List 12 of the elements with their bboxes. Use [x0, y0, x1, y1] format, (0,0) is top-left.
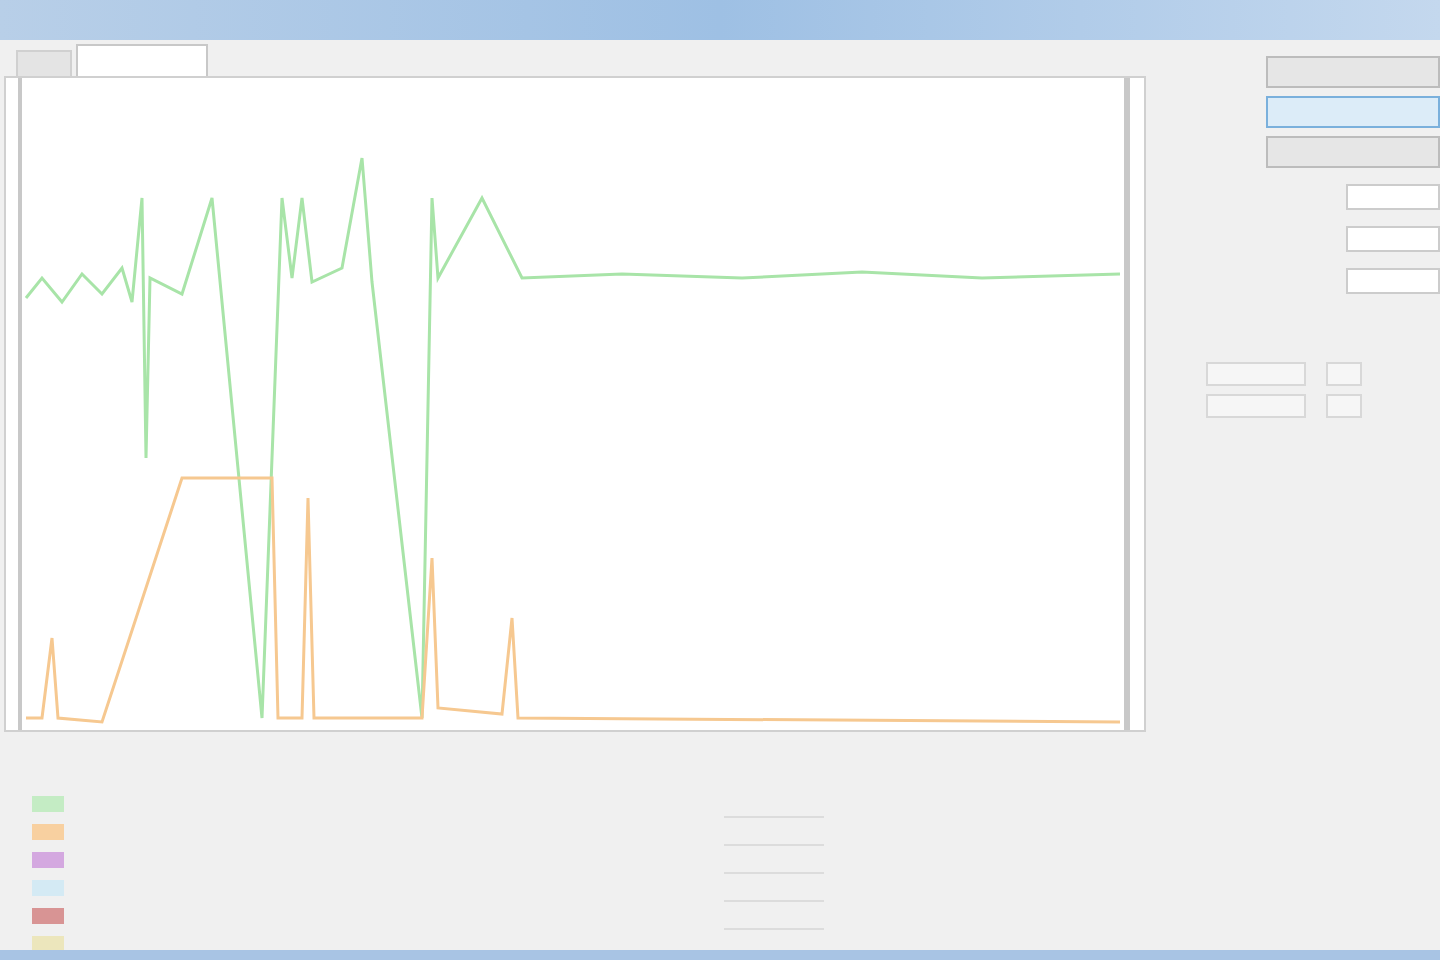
- input-field[interactable]: [1326, 394, 1362, 418]
- input-field[interactable]: [1326, 362, 1362, 386]
- input-field[interactable]: [1206, 394, 1306, 418]
- side-button[interactable]: [1266, 136, 1440, 168]
- side-button[interactable]: [1266, 56, 1440, 88]
- side-button[interactable]: [1266, 96, 1440, 128]
- tab[interactable]: [76, 44, 208, 76]
- input-field[interactable]: [1346, 226, 1440, 252]
- input-field[interactable]: [1346, 184, 1440, 210]
- tab[interactable]: [16, 50, 72, 76]
- input-field[interactable]: [1346, 268, 1440, 294]
- input-field[interactable]: [1206, 362, 1306, 386]
